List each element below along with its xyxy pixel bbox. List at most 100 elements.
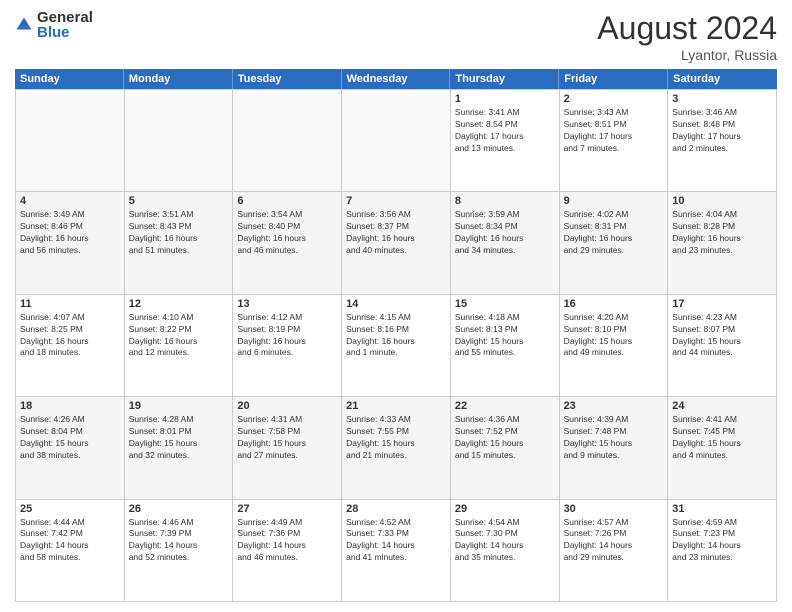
cal-cell-3-1: 19 Sunrise: 4:28 AM Sunset: 8:01 PM Dayli… bbox=[125, 397, 234, 499]
day-num-4-6: 31 bbox=[672, 503, 772, 515]
sun-info-4-2: Sunrise: 4:49 AM Sunset: 7:36 PM Dayligh… bbox=[237, 517, 337, 565]
day-num-1-5: 9 bbox=[564, 195, 664, 207]
day-num-3-6: 24 bbox=[672, 400, 772, 412]
calendar: Sunday Monday Tuesday Wednesday Thursday… bbox=[15, 69, 777, 602]
cal-cell-0-5: 2 Sunrise: 3:43 AM Sunset: 8:51 PM Daylig… bbox=[560, 90, 669, 192]
day-num-0-4: 1 bbox=[455, 93, 555, 105]
cal-cell-4-0: 25Sunrise: 4:44 AM Sunset: 7:42 PM Dayli… bbox=[16, 500, 125, 602]
day-num-2-2: 13 bbox=[237, 298, 337, 310]
sun-info-2-5: Sunrise: 4:20 AM Sunset: 8:10 PM Dayligh… bbox=[564, 312, 664, 360]
cal-cell-1-1: 5 Sunrise: 3:51 AM Sunset: 8:43 PM Daylig… bbox=[125, 192, 234, 294]
logo-icon bbox=[15, 16, 33, 34]
cal-cell-1-0: 4Sunrise: 3:49 AM Sunset: 8:46 PM Daylig… bbox=[16, 192, 125, 294]
day-num-1-3: 7 bbox=[346, 195, 446, 207]
location: Lyantor, Russia bbox=[597, 47, 777, 63]
sun-info-4-5: Sunrise: 4:57 AM Sunset: 7:26 PM Dayligh… bbox=[564, 517, 664, 565]
day-num-4-5: 30 bbox=[564, 503, 664, 515]
logo-general-text: General bbox=[37, 10, 93, 25]
cal-cell-3-2: 20Sunrise: 4:31 AM Sunset: 7:58 PM Dayli… bbox=[233, 397, 342, 499]
day-num-1-4: 8 bbox=[455, 195, 555, 207]
month-title: August 2024 bbox=[597, 10, 777, 47]
sun-info-3-4: Sunrise: 4:36 AM Sunset: 7:52 PM Dayligh… bbox=[455, 414, 555, 462]
day-num-4-3: 28 bbox=[346, 503, 446, 515]
cal-cell-0-2 bbox=[233, 90, 342, 192]
cal-cell-1-5: 9 Sunrise: 4:02 AM Sunset: 8:31 PM Daylig… bbox=[560, 192, 669, 294]
sun-info-4-6: Sunrise: 4:59 AM Sunset: 7:23 PM Dayligh… bbox=[672, 517, 772, 565]
day-num-2-0: 11 bbox=[20, 298, 120, 310]
sun-info-3-0: Sunrise: 4:26 AM Sunset: 8:04 PM Dayligh… bbox=[20, 414, 120, 462]
day-num-3-2: 20 bbox=[237, 400, 337, 412]
sun-info-3-1: Sunrise: 4:28 AM Sunset: 8:01 PM Dayligh… bbox=[129, 414, 229, 462]
day-num-1-6: 10 bbox=[672, 195, 772, 207]
sun-info-1-4: Sunrise: 3:59 AM Sunset: 8:34 PM Dayligh… bbox=[455, 209, 555, 257]
cal-row-0: 1Sunrise: 3:41 AM Sunset: 8:54 PM Daylig… bbox=[16, 90, 777, 192]
cal-cell-4-3: 28Sunrise: 4:52 AM Sunset: 7:33 PM Dayli… bbox=[342, 500, 451, 602]
sun-info-1-3: Sunrise: 3:56 AM Sunset: 8:37 PM Dayligh… bbox=[346, 209, 446, 257]
day-num-3-4: 22 bbox=[455, 400, 555, 412]
cal-cell-3-6: 24 Sunrise: 4:41 AM Sunset: 7:45 PM Dayli… bbox=[668, 397, 777, 499]
header: General Blue August 2024 Lyantor, Russia bbox=[15, 10, 777, 63]
day-num-4-1: 26 bbox=[129, 503, 229, 515]
sun-info-4-1: Sunrise: 4:46 AM Sunset: 7:39 PM Dayligh… bbox=[129, 517, 229, 565]
sun-info-1-1: Sunrise: 3:51 AM Sunset: 8:43 PM Dayligh… bbox=[129, 209, 229, 257]
day-num-2-5: 16 bbox=[564, 298, 664, 310]
sun-info-1-2: Sunrise: 3:54 AM Sunset: 8:40 PM Dayligh… bbox=[237, 209, 337, 257]
sun-info-0-6: Sunrise: 3:46 AM Sunset: 8:48 PM Dayligh… bbox=[672, 107, 772, 155]
header-monday: Monday bbox=[124, 69, 233, 89]
day-num-2-1: 12 bbox=[129, 298, 229, 310]
sun-info-2-4: Sunrise: 4:18 AM Sunset: 8:13 PM Dayligh… bbox=[455, 312, 555, 360]
day-num-4-2: 27 bbox=[237, 503, 337, 515]
cal-cell-3-5: 23Sunrise: 4:39 AM Sunset: 7:48 PM Dayli… bbox=[560, 397, 669, 499]
sun-info-4-4: Sunrise: 4:54 AM Sunset: 7:30 PM Dayligh… bbox=[455, 517, 555, 565]
day-num-1-1: 5 bbox=[129, 195, 229, 207]
header-wednesday: Wednesday bbox=[342, 69, 451, 89]
cal-cell-2-6: 17 Sunrise: 4:23 AM Sunset: 8:07 PM Dayli… bbox=[668, 295, 777, 397]
page: General Blue August 2024 Lyantor, Russia… bbox=[0, 0, 792, 612]
cal-cell-1-4: 8 Sunrise: 3:59 AM Sunset: 8:34 PM Daylig… bbox=[451, 192, 560, 294]
cal-cell-2-5: 16 Sunrise: 4:20 AM Sunset: 8:10 PM Dayli… bbox=[560, 295, 669, 397]
sun-info-3-5: Sunrise: 4:39 AM Sunset: 7:48 PM Dayligh… bbox=[564, 414, 664, 462]
cal-cell-2-2: 13 Sunrise: 4:12 AM Sunset: 8:19 PM Dayli… bbox=[233, 295, 342, 397]
sun-info-2-1: Sunrise: 4:10 AM Sunset: 8:22 PM Dayligh… bbox=[129, 312, 229, 360]
header-friday: Friday bbox=[559, 69, 668, 89]
cal-cell-3-4: 22 Sunrise: 4:36 AM Sunset: 7:52 PM Dayli… bbox=[451, 397, 560, 499]
day-num-2-6: 17 bbox=[672, 298, 772, 310]
calendar-body: 1Sunrise: 3:41 AM Sunset: 8:54 PM Daylig… bbox=[15, 89, 777, 602]
day-num-0-5: 2 bbox=[564, 93, 664, 105]
header-tuesday: Tuesday bbox=[233, 69, 342, 89]
logo: General Blue bbox=[15, 10, 93, 40]
sun-info-1-5: Sunrise: 4:02 AM Sunset: 8:31 PM Dayligh… bbox=[564, 209, 664, 257]
sun-info-1-6: Sunrise: 4:04 AM Sunset: 8:28 PM Dayligh… bbox=[672, 209, 772, 257]
cal-row-1: 4Sunrise: 3:49 AM Sunset: 8:46 PM Daylig… bbox=[16, 192, 777, 294]
cal-cell-2-0: 11 Sunrise: 4:07 AM Sunset: 8:25 PM Dayli… bbox=[16, 295, 125, 397]
day-num-3-1: 19 bbox=[129, 400, 229, 412]
sun-info-2-6: Sunrise: 4:23 AM Sunset: 8:07 PM Dayligh… bbox=[672, 312, 772, 360]
cal-cell-4-6: 31 Sunrise: 4:59 AM Sunset: 7:23 PM Dayli… bbox=[668, 500, 777, 602]
sun-info-0-5: Sunrise: 3:43 AM Sunset: 8:51 PM Dayligh… bbox=[564, 107, 664, 155]
header-sunday: Sunday bbox=[15, 69, 124, 89]
day-num-0-6: 3 bbox=[672, 93, 772, 105]
cal-cell-1-3: 7 Sunrise: 3:56 AM Sunset: 8:37 PM Daylig… bbox=[342, 192, 451, 294]
cal-row-3: 18Sunrise: 4:26 AM Sunset: 8:04 PM Dayli… bbox=[16, 397, 777, 499]
cal-cell-0-3 bbox=[342, 90, 451, 192]
cal-cell-0-6: 3 Sunrise: 3:46 AM Sunset: 8:48 PM Daylig… bbox=[668, 90, 777, 192]
day-num-2-4: 15 bbox=[455, 298, 555, 310]
sun-info-3-6: Sunrise: 4:41 AM Sunset: 7:45 PM Dayligh… bbox=[672, 414, 772, 462]
cal-row-2: 11 Sunrise: 4:07 AM Sunset: 8:25 PM Dayli… bbox=[16, 295, 777, 397]
cal-cell-2-1: 12 Sunrise: 4:10 AM Sunset: 8:22 PM Dayli… bbox=[125, 295, 234, 397]
cal-cell-0-4: 1Sunrise: 3:41 AM Sunset: 8:54 PM Daylig… bbox=[451, 90, 560, 192]
sun-info-2-0: Sunrise: 4:07 AM Sunset: 8:25 PM Dayligh… bbox=[20, 312, 120, 360]
logo-text: General Blue bbox=[37, 10, 93, 40]
cal-cell-4-2: 27 Sunrise: 4:49 AM Sunset: 7:36 PM Dayli… bbox=[233, 500, 342, 602]
calendar-header: Sunday Monday Tuesday Wednesday Thursday… bbox=[15, 69, 777, 89]
cal-cell-4-4: 29 Sunrise: 4:54 AM Sunset: 7:30 PM Dayli… bbox=[451, 500, 560, 602]
day-num-3-3: 21 bbox=[346, 400, 446, 412]
day-num-1-0: 4 bbox=[20, 195, 120, 207]
cal-cell-2-3: 14Sunrise: 4:15 AM Sunset: 8:16 PM Dayli… bbox=[342, 295, 451, 397]
sun-info-2-2: Sunrise: 4:12 AM Sunset: 8:19 PM Dayligh… bbox=[237, 312, 337, 360]
cal-cell-0-1 bbox=[125, 90, 234, 192]
cal-cell-2-4: 15 Sunrise: 4:18 AM Sunset: 8:13 PM Dayli… bbox=[451, 295, 560, 397]
cal-cell-1-2: 6Sunrise: 3:54 AM Sunset: 8:40 PM Daylig… bbox=[233, 192, 342, 294]
cal-cell-3-0: 18Sunrise: 4:26 AM Sunset: 8:04 PM Dayli… bbox=[16, 397, 125, 499]
day-num-4-4: 29 bbox=[455, 503, 555, 515]
